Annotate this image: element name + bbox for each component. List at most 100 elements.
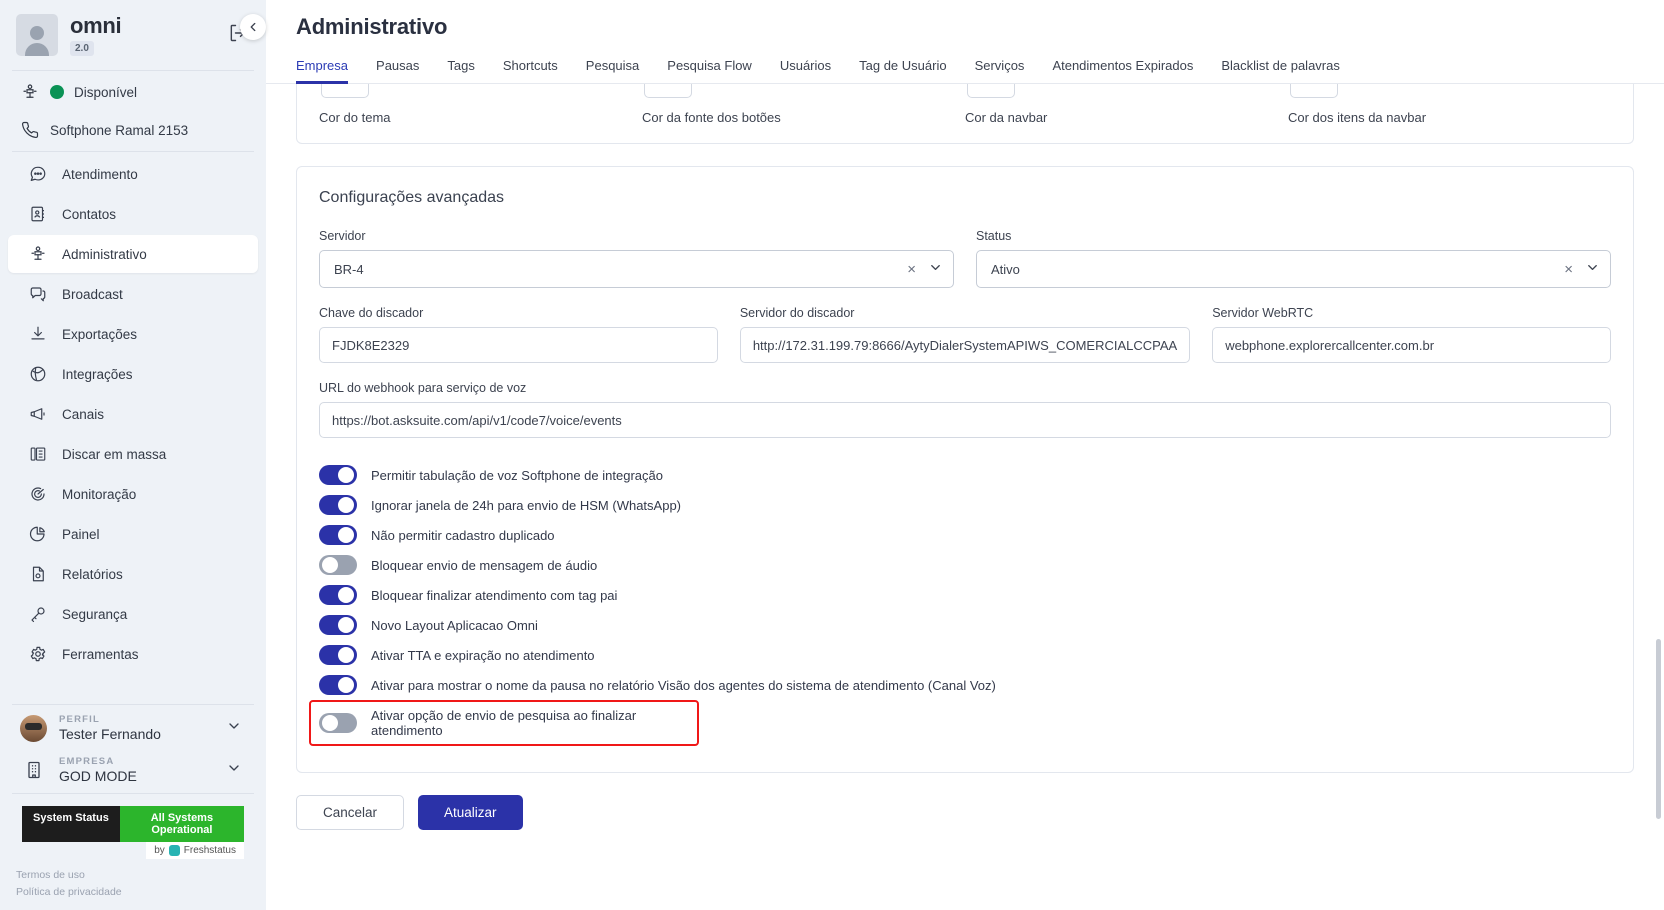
- sidebar-item-exportacoes[interactable]: Exportações: [8, 315, 258, 353]
- brand-version-badge: 2.0: [70, 40, 94, 56]
- tab-tags[interactable]: Tags: [433, 58, 488, 83]
- toggle-switch[interactable]: [319, 525, 357, 545]
- freshstatus-icon: [168, 845, 180, 857]
- chave-discador-input[interactable]: FJDK8E2329: [319, 327, 718, 363]
- webhook-input[interactable]: https://bot.asksuite.com/api/v1/code7/vo…: [319, 402, 1611, 438]
- toggle-switch[interactable]: [319, 495, 357, 515]
- toggle-switch[interactable]: [319, 465, 357, 485]
- chevron-down-icon[interactable]: [1585, 260, 1600, 278]
- toggle-label: Ignorar janela de 24h para envio de HSM …: [371, 497, 682, 513]
- servidor-select[interactable]: BR-4 ×: [319, 250, 954, 288]
- page-header: Administrativo: [266, 0, 1664, 40]
- color-swatch[interactable]: [967, 84, 1015, 98]
- advanced-settings-title: Configurações avançadas: [319, 189, 505, 206]
- freshstatus-attribution: by Freshstatus: [146, 842, 244, 860]
- sidebar-profile-selector[interactable]: PERFIL Tester Fernando: [0, 707, 266, 749]
- update-button[interactable]: Atualizar: [418, 795, 523, 830]
- cancel-button[interactable]: Cancelar: [296, 795, 405, 830]
- toggle-row-tabulacao-voz: Permitir tabulação de voz Softphone de i…: [319, 460, 1611, 490]
- color-label: Cor do tema: [319, 110, 391, 125]
- servidor-webrtc-input[interactable]: webphone.explorercallcenter.com.br: [1212, 327, 1612, 363]
- tab-pausas[interactable]: Pausas: [362, 58, 433, 83]
- toggle-list: Permitir tabulação de voz Softphone de i…: [309, 460, 1611, 746]
- sidebar-item-canais[interactable]: Canais: [8, 395, 258, 433]
- sidebar-item-label: Segurança: [62, 606, 128, 622]
- form-footer: Cancelar Atualizar: [266, 773, 1664, 850]
- status-value: Ativo: [991, 261, 1020, 277]
- tab-pesquisa[interactable]: Pesquisa: [572, 58, 653, 83]
- sidebar-item-label: Contatos: [62, 206, 117, 222]
- sidebar-item-administrativo[interactable]: Administrativo: [8, 235, 258, 273]
- tab-servicos[interactable]: Serviços: [961, 58, 1039, 83]
- clear-icon[interactable]: ×: [907, 261, 916, 278]
- profile-avatar: [20, 714, 47, 742]
- toggle-switch[interactable]: [319, 585, 357, 605]
- field-label: Servidor: [319, 229, 366, 243]
- sidebar-item-broadcast[interactable]: Broadcast: [8, 275, 258, 313]
- tab-shortcuts[interactable]: Shortcuts: [489, 58, 572, 83]
- profile-name: Tester Fernando: [59, 726, 161, 743]
- toggle-row-bloquear-audio: Bloquear envio de mensagem de áudio: [319, 550, 1611, 580]
- sidebar-brand-row: omni 2.0: [0, 0, 266, 68]
- color-field-navbar: Cor da navbar: [965, 84, 1288, 125]
- profile-caption: PERFIL: [59, 714, 100, 726]
- servidor-value: BR-4: [334, 261, 364, 277]
- toggle-switch[interactable]: [319, 555, 357, 575]
- tab-empresa[interactable]: Empresa: [296, 58, 362, 84]
- color-label: Cor da fonte dos botões: [642, 110, 781, 125]
- toggle-label: Ativar TTA e expiração no atendimento: [371, 647, 595, 663]
- privacy-link[interactable]: Política de privacidade: [16, 884, 266, 900]
- sidebar-item-softphone[interactable]: Softphone Ramal 2153: [0, 111, 266, 149]
- admin-icon: [28, 244, 48, 264]
- sidebar-item-discar-em-massa[interactable]: Discar em massa: [8, 435, 258, 473]
- servidor-discador-input[interactable]: http://172.31.199.79:8666/AytyDialerSyst…: [739, 327, 1191, 363]
- sidebar: omni 2.0 Disponível Softphone Ramal 2153: [0, 0, 266, 910]
- sidebar-item-ferramentas[interactable]: Ferramentas: [8, 635, 258, 673]
- clear-icon[interactable]: ×: [1564, 261, 1573, 278]
- color-swatch[interactable]: [1290, 84, 1338, 98]
- sidebar-item-seguranca[interactable]: Segurança: [8, 595, 258, 633]
- color-field-tema: Cor do tema: [319, 84, 642, 125]
- by-label: by: [154, 845, 165, 857]
- sidebar-item-relatorios[interactable]: Relatórios: [8, 555, 258, 593]
- status-select[interactable]: Ativo ×: [976, 250, 1611, 288]
- system-status-badge[interactable]: System Status All Systems Operational: [22, 806, 244, 843]
- color-swatch[interactable]: [644, 84, 692, 98]
- tab-tag-de-usuario[interactable]: Tag de Usuário: [845, 58, 960, 83]
- sidebar-item-status[interactable]: Disponível: [0, 73, 266, 111]
- sidebar-item-integracoes[interactable]: Integrações: [8, 355, 258, 393]
- toggle-switch[interactable]: [319, 645, 357, 665]
- field-label: URL do webhook para serviço de voz: [319, 381, 527, 395]
- freshstatus-label: Freshstatus: [183, 845, 236, 857]
- toggle-switch[interactable]: [319, 713, 357, 733]
- toggle-label: Ativar para mostrar o nome da pausa no r…: [371, 677, 996, 693]
- toggle-switch[interactable]: [319, 615, 357, 635]
- field-status: Status Ativo ×: [976, 229, 1611, 288]
- color-swatch-row: Cor do tema Cor da fonte dos botões Cor …: [319, 84, 1611, 125]
- chevron-down-icon[interactable]: [928, 260, 943, 278]
- color-swatch[interactable]: [321, 84, 369, 98]
- tab-blacklist-de-palavras[interactable]: Blacklist de palavras: [1207, 58, 1354, 83]
- tab-usuarios[interactable]: Usuários: [766, 58, 845, 83]
- sidebar-item-label: Painel: [62, 526, 100, 542]
- field-servidor: Servidor BR-4 ×: [319, 229, 954, 288]
- sidebar-item-monitoracao[interactable]: Monitoração: [8, 475, 258, 513]
- toggle-switch[interactable]: [319, 675, 357, 695]
- chat-icon: [28, 164, 48, 184]
- status-label: Disponível: [74, 84, 138, 100]
- sidebar-item-label: Relatórios: [62, 566, 123, 582]
- system-status-label: System Status: [22, 806, 120, 843]
- toggle-label: Novo Layout Aplicacao Omni: [371, 617, 538, 633]
- sidebar-company-selector[interactable]: EMPRESA GOD MODE: [0, 749, 266, 791]
- scroll-area[interactable]: Cor do tema Cor da fonte dos botões Cor …: [266, 84, 1664, 910]
- vertical-scrollbar[interactable]: [1656, 639, 1661, 819]
- sidebar-collapse-button[interactable]: [240, 14, 266, 40]
- sidebar-item-contatos[interactable]: Contatos: [8, 195, 258, 233]
- tab-atendimentos-expirados[interactable]: Atendimentos Expirados: [1038, 58, 1207, 83]
- sidebar-item-painel[interactable]: Painel: [8, 515, 258, 553]
- main-content: Administrativo Empresa Pausas Tags Short…: [266, 0, 1664, 910]
- tab-pesquisa-flow[interactable]: Pesquisa Flow: [653, 58, 766, 83]
- sidebar-item-atendimento[interactable]: Atendimento: [8, 155, 258, 193]
- key-icon: [28, 604, 48, 624]
- terms-link[interactable]: Termos de uso: [16, 867, 266, 883]
